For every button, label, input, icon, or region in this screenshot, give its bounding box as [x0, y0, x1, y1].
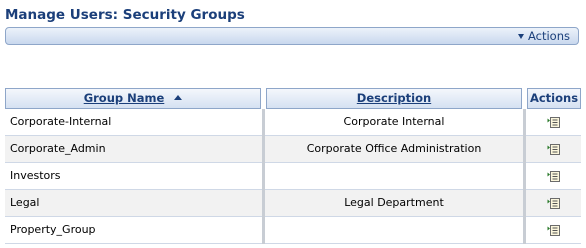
sort-by-group-name-link[interactable]: Group Name: [84, 91, 165, 105]
row-actions-cell: [527, 190, 581, 216]
row-menu-icon[interactable]: [547, 224, 561, 237]
row-menu-icon[interactable]: [547, 170, 561, 183]
actions-menu-button[interactable]: Actions: [517, 29, 570, 43]
group-name-cell: Legal: [10, 196, 40, 209]
actions-toolbar: Actions: [5, 27, 579, 45]
table-row: Corporate-Internal Corporate Internal: [5, 109, 581, 136]
row-actions-cell: [527, 109, 581, 135]
group-name-cell: Property_Group: [10, 223, 96, 236]
description-cell: Corporate Internal: [343, 115, 445, 128]
group-name-cell: Corporate-Internal: [10, 115, 112, 128]
row-menu-icon[interactable]: [547, 116, 561, 129]
table-row: Legal Legal Department: [5, 190, 581, 217]
table-row: Investors: [5, 163, 581, 190]
table-row: Corporate_Admin Corporate Office Administ…: [5, 136, 581, 163]
row-menu-icon[interactable]: [547, 143, 561, 156]
actions-menu-label: Actions: [527, 29, 570, 43]
column-header-actions-label: Actions: [529, 91, 579, 105]
page-title: Manage Users: Security Groups: [5, 7, 245, 23]
group-name-cell: Corporate_Admin: [10, 142, 106, 155]
description-cell: [267, 217, 521, 243]
triangle-down-icon: [517, 34, 524, 39]
column-header-actions: Actions: [527, 88, 581, 109]
group-name-cell: Investors: [10, 169, 61, 182]
sort-by-description-link[interactable]: Description: [357, 91, 431, 105]
description-cell: Legal Department: [344, 196, 444, 209]
column-header-description[interactable]: Description: [266, 88, 522, 109]
description-cell: [267, 163, 521, 189]
column-separator: [523, 109, 526, 244]
column-separator: [262, 109, 265, 244]
row-actions-cell: [527, 136, 581, 162]
row-actions-cell: [527, 217, 581, 243]
description-cell: Corporate Office Administration: [306, 142, 482, 155]
table-row: Property_Group: [5, 217, 581, 244]
sort-ascending-icon: [174, 95, 183, 100]
row-menu-icon[interactable]: [547, 197, 561, 210]
row-actions-cell: [527, 163, 581, 189]
column-header-group-name[interactable]: Group Name: [5, 88, 261, 109]
